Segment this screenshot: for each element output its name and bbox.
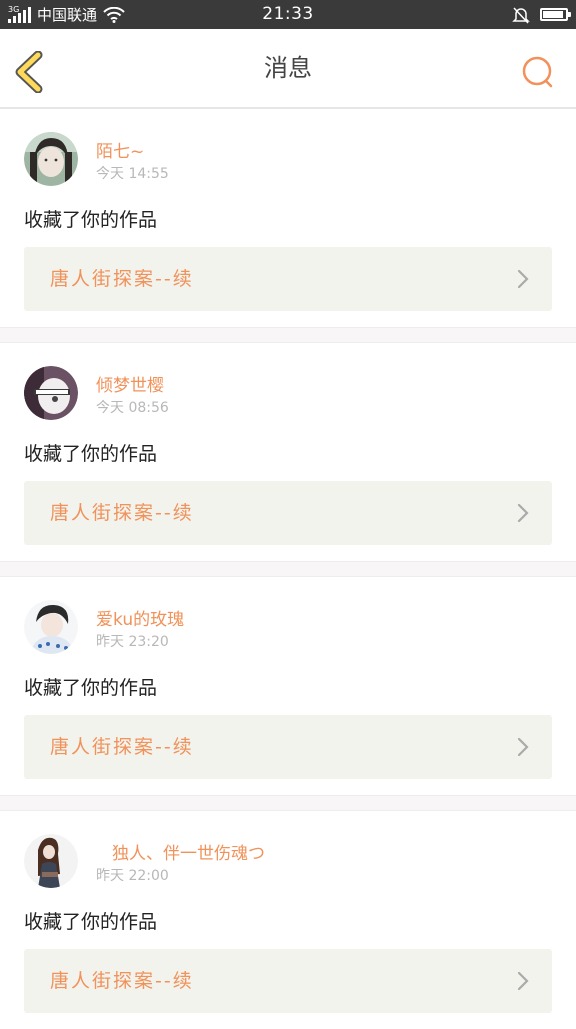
divider: [0, 795, 576, 811]
chevron-right-icon: [517, 269, 529, 289]
message-list: 陌七~ 今天 14:55 收藏了你的作品 唐人街探案--续 倾梦世樱 今天 08…: [0, 109, 576, 1029]
timestamp: 今天 14:55: [96, 166, 169, 182]
chevron-right-icon: [517, 503, 529, 523]
avatar[interactable]: [24, 132, 78, 186]
action-text: 收藏了你的作品: [24, 911, 158, 933]
work-title: 唐人街探案--续: [50, 502, 194, 524]
chevron-right-icon: [517, 737, 529, 757]
action-text: 收藏了你的作品: [24, 209, 158, 231]
avatar[interactable]: [24, 600, 78, 654]
avatar[interactable]: [24, 834, 78, 888]
nav-header: 消息: [0, 29, 576, 109]
page-title: 消息: [264, 54, 312, 82]
timestamp: 今天 08:56: [96, 400, 169, 416]
search-icon[interactable]: [520, 54, 556, 90]
chevron-right-icon: [517, 971, 529, 991]
divider: [0, 561, 576, 577]
clock: 21:33: [262, 4, 314, 24]
message-item: 独人、伴一世伤魂つ 昨天 22:00 收藏了你的作品 唐人街探案--续: [0, 811, 576, 1029]
message-item: 陌七~ 今天 14:55 收藏了你的作品 唐人街探案--续: [0, 109, 576, 327]
status-bar: 3G 中国联通 21:33: [0, 0, 576, 29]
avatar[interactable]: [24, 366, 78, 420]
battery-icon: [540, 8, 571, 21]
work-title: 唐人街探案--续: [50, 736, 194, 758]
username[interactable]: 倾梦世樱: [96, 371, 164, 396]
divider: [0, 327, 576, 343]
mute-bell-icon: [512, 6, 530, 24]
work-title: 唐人街探案--续: [50, 970, 194, 992]
work-title: 唐人街探案--续: [50, 268, 194, 290]
work-link[interactable]: 唐人街探案--续: [24, 949, 552, 1013]
message-item: 爱ku的玫瑰 昨天 23:20 收藏了你的作品 唐人街探案--续: [0, 577, 576, 795]
work-link[interactable]: 唐人街探案--续: [24, 247, 552, 311]
work-link[interactable]: 唐人街探案--续: [24, 715, 552, 779]
action-text: 收藏了你的作品: [24, 443, 158, 465]
status-right: [512, 0, 571, 29]
username[interactable]: 独人、伴一世伤魂つ: [112, 839, 265, 864]
username[interactable]: 陌七~: [96, 137, 144, 162]
timestamp: 昨天 22:00: [96, 868, 169, 884]
timestamp: 昨天 23:20: [96, 634, 169, 650]
message-item: 倾梦世樱 今天 08:56 收藏了你的作品 唐人街探案--续: [0, 343, 576, 561]
work-link[interactable]: 唐人街探案--续: [24, 481, 552, 545]
action-text: 收藏了你的作品: [24, 677, 158, 699]
username[interactable]: 爱ku的玫瑰: [96, 605, 184, 630]
